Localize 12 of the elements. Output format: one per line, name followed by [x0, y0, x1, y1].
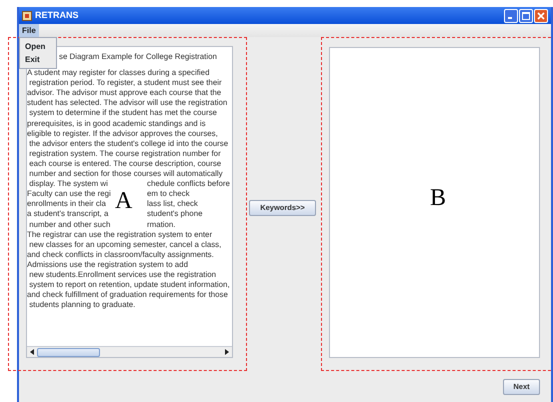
minimize-button[interactable] [504, 8, 518, 22]
menu-item[interactable]: File [19, 24, 39, 37]
maximize-button[interactable] [519, 8, 533, 22]
horizontal-scrollbar[interactable] [27, 346, 232, 357]
close-icon [537, 12, 545, 20]
menu-entry[interactable]: Exit [20, 53, 56, 66]
app-icon [22, 10, 32, 20]
scroll-thumb[interactable] [37, 348, 100, 356]
window-title: RETRANS [35, 8, 79, 22]
close-button[interactable] [534, 8, 548, 22]
menu-entry[interactable]: Open [20, 40, 56, 53]
maximize-icon [522, 12, 530, 20]
